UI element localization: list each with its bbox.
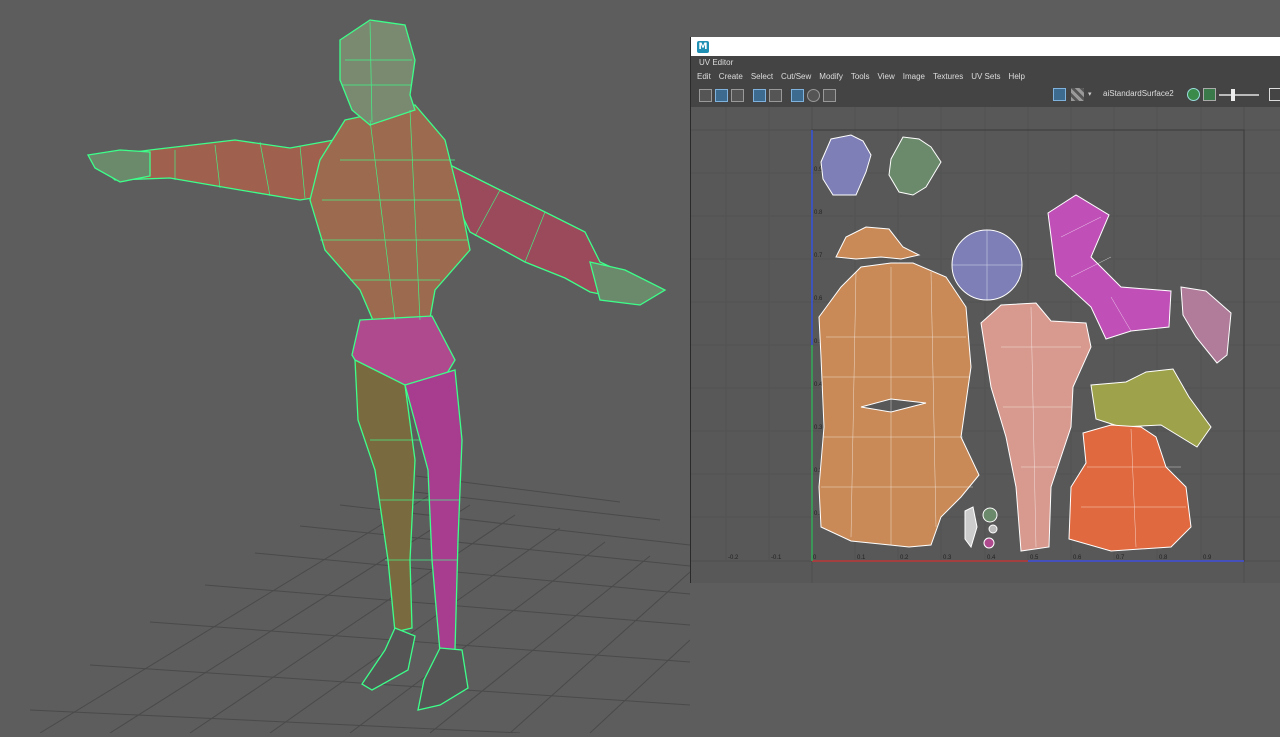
uv-shell-shorts[interactable] bbox=[1068, 424, 1192, 552]
globe-icon[interactable] bbox=[1187, 88, 1200, 101]
panel-title: UV Editor bbox=[691, 56, 1280, 69]
uv-shell-small-2[interactable] bbox=[982, 507, 998, 523]
uv-shell-arm[interactable] bbox=[1047, 194, 1172, 340]
u-label: -0.1 bbox=[771, 555, 782, 561]
image-icon[interactable] bbox=[1203, 88, 1216, 101]
menu-uv-sets[interactable]: UV Sets bbox=[971, 72, 1000, 81]
uv-shell-icon[interactable] bbox=[715, 88, 728, 102]
uv-toolbar: ▾ aiStandardSurface2 bbox=[691, 83, 1280, 108]
window-titlebar[interactable]: M bbox=[691, 37, 1280, 56]
menu-modify[interactable]: Modify bbox=[819, 72, 843, 81]
slider-icon[interactable] bbox=[1219, 94, 1259, 96]
camera-icon[interactable] bbox=[823, 88, 836, 102]
uv-shell-cap[interactable] bbox=[835, 226, 921, 260]
u-label: 0.2 bbox=[900, 555, 909, 561]
checker-pattern-icon[interactable] bbox=[1071, 88, 1084, 101]
character-mesh[interactable] bbox=[86, 19, 667, 711]
shader-name[interactable]: aiStandardSurface2 bbox=[1103, 89, 1174, 98]
uv-shell-small-arm[interactable] bbox=[1180, 286, 1232, 364]
u-label: -0.2 bbox=[728, 555, 739, 561]
shaded-uv-icon[interactable] bbox=[1053, 88, 1066, 101]
dropdown-arrow-icon[interactable]: ▾ bbox=[1088, 88, 1096, 101]
uv-shells[interactable] bbox=[818, 134, 1232, 552]
menu-image[interactable]: Image bbox=[903, 72, 925, 81]
u-label: 0.4 bbox=[987, 555, 996, 561]
uv-shell-right-hand[interactable] bbox=[888, 136, 942, 196]
uv-editor-window[interactable]: M UV Editor Edit Create Select Cut/Sew M… bbox=[690, 37, 1280, 583]
filter-icon[interactable] bbox=[769, 88, 782, 102]
checker-icon[interactable] bbox=[791, 88, 804, 102]
u-label: 0.1 bbox=[857, 555, 866, 561]
viewport-scene bbox=[29, 19, 691, 734]
menu-select[interactable]: Select bbox=[751, 72, 773, 81]
uv-shell-small-1[interactable] bbox=[964, 506, 978, 549]
snap-icon[interactable] bbox=[807, 88, 820, 102]
menu-edit[interactable]: Edit bbox=[697, 72, 711, 81]
texture-icon[interactable] bbox=[731, 88, 744, 102]
menu-textures[interactable]: Textures bbox=[933, 72, 963, 81]
u-label: 0.9 bbox=[1203, 555, 1212, 561]
slider-thumb[interactable] bbox=[1231, 89, 1235, 101]
grid-icon[interactable] bbox=[699, 88, 712, 102]
menu-help[interactable]: Help bbox=[1009, 72, 1025, 81]
u-label: 0 bbox=[813, 555, 817, 561]
menu-tools[interactable]: Tools bbox=[851, 72, 870, 81]
uv-shell-small-4[interactable] bbox=[983, 537, 995, 549]
menu-view[interactable]: View bbox=[878, 72, 895, 81]
v-label: 0.6 bbox=[814, 296, 823, 302]
maya-app-icon: M bbox=[697, 40, 709, 53]
u-label: 0.6 bbox=[1073, 555, 1082, 561]
menu-create[interactable]: Create bbox=[719, 72, 743, 81]
v-label: 0.3 bbox=[814, 425, 823, 431]
u-label: 0.5 bbox=[1030, 555, 1039, 561]
uv-shell-small-3[interactable] bbox=[988, 524, 998, 534]
u-axis-labels: -0.2 -0.1 0 0.1 0.2 0.3 0.4 0.5 0.6 0.7 … bbox=[728, 555, 1212, 561]
v-label: 0.8 bbox=[814, 210, 823, 216]
expand-icon[interactable] bbox=[1269, 88, 1280, 101]
ground-grid bbox=[29, 475, 691, 734]
uv-canvas[interactable]: -0.2 -0.1 0 0.1 0.2 0.3 0.4 0.5 0.6 0.7 … bbox=[691, 107, 1280, 583]
uv-shell-left-hand[interactable] bbox=[820, 134, 872, 196]
u-label: 0.3 bbox=[943, 555, 952, 561]
menu-bar: Edit Create Select Cut/Sew Modify Tools … bbox=[691, 69, 1280, 83]
frame-icon[interactable] bbox=[753, 88, 766, 102]
menu-cut-sew[interactable]: Cut/Sew bbox=[781, 72, 811, 81]
v-label: 0.7 bbox=[814, 253, 823, 259]
u-label: 0.7 bbox=[1116, 555, 1125, 561]
u-label: 0.8 bbox=[1159, 555, 1168, 561]
